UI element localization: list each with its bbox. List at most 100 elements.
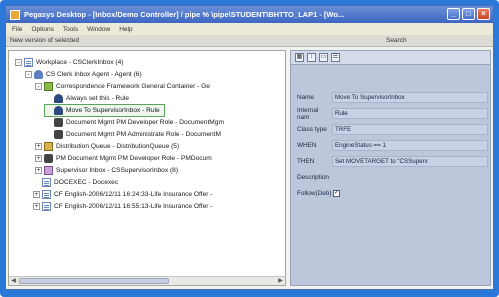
collapse-toggle[interactable]: - [15, 59, 22, 66]
expand-toggle[interactable]: + [33, 191, 40, 198]
property-value-field[interactable]: TRFE [332, 124, 488, 135]
property-row-follow: Follow(Deb) ✓ [294, 187, 488, 200]
document-icon [42, 178, 51, 187]
agent-icon [34, 70, 43, 79]
toolstrip: New version of selected Search [6, 35, 493, 47]
property-label: Class type [297, 126, 327, 133]
follow-checkbox[interactable]: ✓ [333, 190, 340, 197]
application-window: Pegasys Desktop - [Inbox/Demo Controller… [5, 5, 494, 290]
container-icon [44, 82, 53, 91]
rule-icon [54, 106, 63, 115]
tree-node[interactable]: Document Mgmt PM Administrate Role - Doc… [45, 129, 221, 140]
menu-options[interactable]: Options [31, 26, 53, 33]
tree-node[interactable]: + CF English-2006/12/11 16:55:13-Life In… [33, 201, 212, 212]
app-icon [10, 9, 20, 20]
expand-toggle[interactable]: + [35, 167, 42, 174]
window-controls: _ □ × [447, 8, 490, 20]
property-value-field[interactable] [332, 172, 488, 183]
tree-node-label: Always set this - Rule [66, 95, 130, 102]
tree-node-label: Distribution Queue - DistributionQueue (… [56, 143, 180, 150]
document-icon [42, 190, 51, 199]
property-label: WHEN [297, 142, 317, 149]
new-version-button[interactable]: New version of selected [10, 37, 79, 44]
tree-node[interactable]: - Workplace - CSClerkInbox (4) [15, 57, 123, 68]
menu-file[interactable]: File [12, 26, 22, 33]
tree-node-label: Supervisor Inbox - CSSupervisorInbox (8) [56, 167, 179, 174]
horizontal-scrollbar[interactable]: ◀ ▶ [9, 276, 285, 285]
page-icon[interactable]: ▭ [319, 53, 328, 62]
tree-node-label: DOCEXEC - Docexec [54, 179, 119, 186]
role-icon [54, 118, 63, 127]
menu-help[interactable]: Help [119, 26, 132, 33]
tree-node-label: CF English-2006/12/11 16:24:33-Life Insu… [54, 191, 213, 198]
property-label: Name [297, 94, 315, 101]
property-label: Follow(Deb) [297, 190, 332, 197]
property-row-name: Name Move To SupervisorInbox [294, 91, 488, 104]
tree-node-label: Move To SupervisorInbox - Rule [66, 107, 160, 114]
tree-node-selected[interactable]: Move To SupervisorInbox - Rule [44, 104, 165, 117]
expand-toggle[interactable]: + [35, 155, 42, 162]
sort-icon[interactable]: ↕ [307, 53, 316, 62]
properties-toolbar: ▦ ↕ ▭ ☰ [291, 51, 490, 65]
expand-toggle[interactable]: + [33, 203, 40, 210]
property-value-field[interactable]: Set MOVETARGET to "CSSuperv [332, 156, 488, 167]
options-icon[interactable]: ☰ [331, 53, 340, 62]
window-title: Pegasys Desktop - [Inbox/Demo Controller… [24, 10, 345, 19]
search-button[interactable]: Search [386, 37, 407, 44]
tree-node-label: Document Mgmt PM Administrate Role - Doc… [66, 131, 222, 138]
property-row-internal-name: Internal nam Rule [294, 106, 488, 121]
role-icon [44, 154, 53, 163]
document-icon [24, 58, 33, 67]
property-value-field[interactable]: Rule [332, 108, 488, 119]
object-tree-panel: - Workplace - CSClerkInbox (4) - CS Cler… [8, 50, 286, 286]
tree-node-label: CS Clerk Inbox Agent - Agent (6) [46, 71, 142, 78]
window-frame: Pegasys Desktop - [Inbox/Demo Controller… [0, 0, 499, 297]
tree-node[interactable]: + PM Document Mgmt PM Developer Role - P… [35, 153, 212, 164]
tree-node-label: PM Document Mgmt PM Developer Role - PMD… [56, 155, 212, 162]
document-icon [42, 202, 51, 211]
property-label: Internal nam [297, 106, 319, 121]
tree-node[interactable]: DOCEXEC - Docexec [33, 177, 118, 188]
scrollbar-thumb[interactable] [19, 278, 169, 284]
menu-tools[interactable]: Tools [63, 26, 78, 33]
menu-bar: File Options Tools Window Help [6, 23, 493, 35]
tree-node-label: Document Mgmt PM Developer Role - Docume… [66, 119, 224, 126]
property-label: THEN [297, 158, 315, 165]
scroll-left-icon[interactable]: ◀ [9, 277, 18, 285]
tree-node[interactable]: + Supervisor Inbox - CSSupervisorInbox (… [35, 165, 178, 176]
inbox-icon [44, 166, 53, 175]
scroll-right-icon[interactable]: ▶ [276, 277, 285, 285]
tree-node[interactable]: Always set this - Rule [45, 93, 129, 104]
tree-node[interactable]: - Correspondence Framework General Conta… [35, 81, 210, 92]
close-button[interactable]: × [477, 8, 490, 20]
tree-node[interactable]: + CF English-2006/12/11 16:24:33-Life In… [33, 189, 212, 200]
tree-node[interactable]: + Distribution Queue - DistributionQueue… [35, 141, 179, 152]
collapse-toggle[interactable]: - [35, 83, 42, 90]
property-value-field[interactable]: Move To SupervisorInbox [332, 92, 488, 103]
role-icon [54, 130, 63, 139]
tree-node-label: Workplace - CSClerkInbox (4) [36, 59, 124, 66]
property-row-when: WHEN EngineStatus == 1 [294, 139, 488, 152]
grid-view-icon[interactable]: ▦ [295, 53, 304, 62]
property-label: Description [297, 174, 329, 181]
minimize-button[interactable]: _ [447, 8, 460, 20]
property-row-description: Description [294, 171, 488, 184]
tree-node[interactable]: - CS Clerk Inbox Agent - Agent (6) [25, 69, 142, 80]
collapse-toggle[interactable]: - [25, 71, 32, 78]
property-value-field[interactable]: EngineStatus == 1 [332, 140, 488, 151]
expand-toggle[interactable]: + [35, 143, 42, 150]
menu-window[interactable]: Window [87, 26, 110, 33]
property-row-then: THEN Set MOVETARGET to "CSSuperv [294, 155, 488, 168]
property-row-class-type: Class type TRFE [294, 123, 488, 136]
tree-node[interactable]: Document Mgmt PM Developer Role - Docume… [45, 117, 224, 128]
properties-panel: ▦ ↕ ▭ ☰ Name Move To SupervisorInbox Int… [290, 50, 491, 286]
title-bar[interactable]: Pegasys Desktop - [Inbox/Demo Controller… [6, 6, 493, 23]
tree-node-label: CF English-2006/12/11 16:55:13-Life Insu… [54, 203, 213, 210]
maximize-button[interactable]: □ [462, 8, 475, 20]
tree-node-label: Correspondence Framework General Contain… [56, 83, 210, 90]
rule-icon [54, 94, 63, 103]
queue-icon [44, 142, 53, 151]
